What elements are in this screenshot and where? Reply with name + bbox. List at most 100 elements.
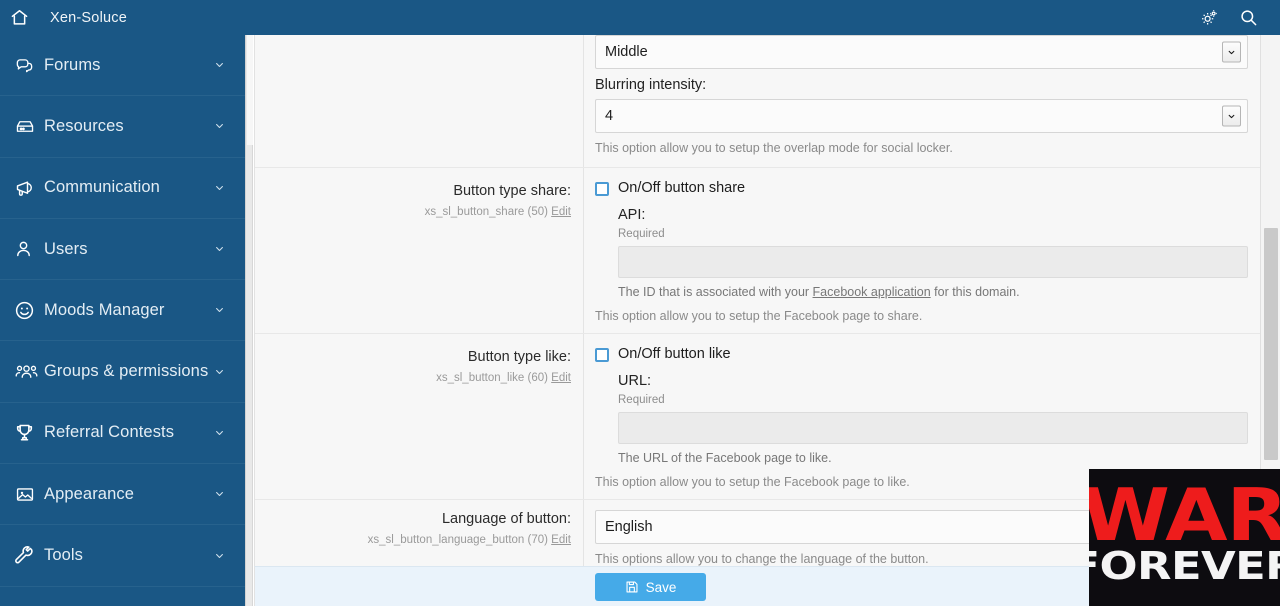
button-like-toggle-row[interactable]: On/Off button like (595, 344, 1248, 365)
search-icon[interactable] (1239, 8, 1258, 27)
floppy-disk-icon (625, 580, 639, 594)
api-hint: The ID that is associated with your Face… (618, 284, 1248, 301)
sidebar-item-appearance[interactable]: Appearance (0, 464, 245, 526)
sidebar-item-label: Groups & permissions (44, 362, 209, 381)
sidebar-scrollbar-thumb[interactable] (247, 35, 253, 145)
button-like-url-group: URL: Required The URL of the Facebook pa… (595, 371, 1248, 467)
blurring-intensity-select[interactable]: 4 (595, 99, 1248, 133)
overlap-mode-value: Middle (605, 44, 648, 60)
sidebar-item-users[interactable]: Users (0, 219, 245, 281)
api-input[interactable] (618, 246, 1248, 278)
overlap-mode-explain: This option allow you to setup the overl… (595, 141, 953, 155)
sidebar-item-label: Forums (44, 55, 101, 74)
sidebar-item-label: Moods Manager (44, 300, 165, 319)
facebook-application-link[interactable]: Facebook application (813, 285, 931, 299)
api-hint-before: The ID that is associated with your (618, 285, 813, 299)
chevron-down-icon[interactable] (212, 428, 227, 438)
overlap-mode-select[interactable]: Middle (595, 35, 1248, 69)
option-id-text: xs_sl_button_share (50) (424, 206, 548, 218)
button-like-checkbox[interactable] (595, 348, 609, 362)
megaphone-icon (14, 178, 44, 198)
chevron-down-icon[interactable] (1222, 41, 1241, 63)
banner-line-2: FOREVER (1089, 544, 1280, 589)
chevron-down-icon[interactable] (212, 183, 227, 193)
sidebar-scrollbar[interactable] (245, 35, 253, 606)
api-hint-after: for this domain. (930, 285, 1020, 299)
chevron-down-icon[interactable] (212, 60, 227, 70)
url-input[interactable] (618, 412, 1248, 444)
edit-link[interactable]: Edit (551, 206, 571, 218)
button-share-toggle-row[interactable]: On/Off button share (595, 178, 1248, 199)
wrench-icon (14, 545, 44, 566)
top-header-actions (1200, 8, 1280, 27)
sidebar-item-label: Communication (44, 178, 160, 197)
user-icon (14, 239, 44, 259)
sidebar-item-resources[interactable]: Resources (0, 96, 245, 158)
button-share-explain: This option allow you to setup the Faceb… (595, 309, 923, 323)
url-required-note: Required (618, 394, 665, 406)
edit-link[interactable]: Edit (551, 372, 571, 384)
chevron-down-icon[interactable] (212, 367, 227, 377)
form-row-button-type-share: Button type share: xs_sl_button_share (5… (255, 168, 1260, 334)
blurring-intensity-value: 4 (605, 108, 614, 124)
edit-link[interactable]: Edit (551, 534, 571, 546)
sidebar-item-groups-permissions[interactable]: Groups & permissions (0, 341, 245, 403)
form-row-label (255, 35, 584, 167)
language-button-value: English (605, 519, 653, 535)
chevron-down-icon[interactable] (212, 121, 227, 131)
button-like-label: Button type like: (467, 349, 571, 365)
image-icon (14, 485, 44, 504)
form-row-label: Button type share: xs_sl_button_share (5… (255, 168, 584, 333)
api-field-label: API: (618, 207, 646, 223)
option-id-text: xs_sl_button_language_button (70) (367, 534, 548, 546)
page-scrollbar-thumb[interactable] (1264, 228, 1278, 460)
language-button-option-id: xs_sl_button_language_button (70) Edit (265, 533, 571, 548)
sidebar-item-logs[interactable]: Logs (0, 587, 245, 606)
sidebar-item-label: Tools (44, 546, 84, 565)
home-icon[interactable] (0, 0, 38, 35)
sidebar-item-label: Appearance (44, 484, 134, 503)
form-row-label: Button type like: xs_sl_button_like (60)… (255, 334, 584, 499)
chevron-down-icon[interactable] (1222, 105, 1241, 127)
button-share-label: Button type share: (453, 183, 571, 199)
smiley-icon (14, 300, 44, 321)
button-share-api-group: API: Required The ID that is associated … (595, 205, 1248, 301)
save-button-label: Save (645, 579, 677, 595)
sidebar-item-referral-contests[interactable]: Referral Contests (0, 403, 245, 465)
save-button[interactable]: Save (595, 573, 706, 601)
option-id-text: xs_sl_button_like (60) (436, 372, 548, 384)
sidebar-nav: Forums Resources Communication Users Moo… (0, 35, 245, 606)
button-share-option-id: xs_sl_button_share (50) Edit (265, 205, 571, 220)
gears-icon[interactable] (1200, 9, 1219, 27)
sidebar-item-label: Referral Contests (44, 423, 175, 442)
blurring-intensity-label: Blurring intensity: (595, 77, 707, 93)
chevron-down-icon[interactable] (212, 305, 227, 315)
chevron-down-icon[interactable] (212, 489, 227, 499)
api-required-note: Required (618, 228, 665, 240)
sidebar-item-tools[interactable]: Tools (0, 525, 245, 587)
url-field-label: URL: (618, 373, 652, 389)
trophy-icon (14, 422, 44, 443)
button-share-checkbox[interactable] (595, 182, 609, 196)
resources-box-icon (14, 117, 44, 136)
war-forever-banner: WAR FOREVER (1089, 469, 1280, 606)
app-title: Xen-Soluce (50, 9, 127, 26)
sidebar-item-label: Resources (44, 116, 124, 135)
forums-comments-icon (14, 56, 44, 75)
banner-line-1: WAR (1089, 472, 1280, 557)
users-group-icon (14, 362, 44, 381)
sidebar-item-moods-manager[interactable]: Moods Manager (0, 280, 245, 342)
chevron-down-icon[interactable] (212, 551, 227, 561)
button-like-checkbox-label: On/Off button like (618, 346, 731, 362)
form-row-body: On/Off button share API: Required The ID… (584, 168, 1260, 333)
language-button-label: Language of button: (441, 511, 571, 527)
form-row-overlap-mode: Middle Blurring intensity: 4 This option… (255, 35, 1260, 168)
button-like-option-id: xs_sl_button_like (60) Edit (265, 371, 571, 386)
url-hint: The URL of the Facebook page to like. (618, 451, 832, 465)
form-row-body: Middle Blurring intensity: 4 This option… (584, 35, 1260, 167)
button-share-checkbox-label: On/Off button share (618, 180, 746, 196)
chevron-down-icon[interactable] (212, 244, 227, 254)
sidebar-item-communication[interactable]: Communication (0, 158, 245, 219)
sidebar-item-forums[interactable]: Forums (0, 35, 245, 97)
sidebar-item-label: Users (44, 239, 88, 258)
